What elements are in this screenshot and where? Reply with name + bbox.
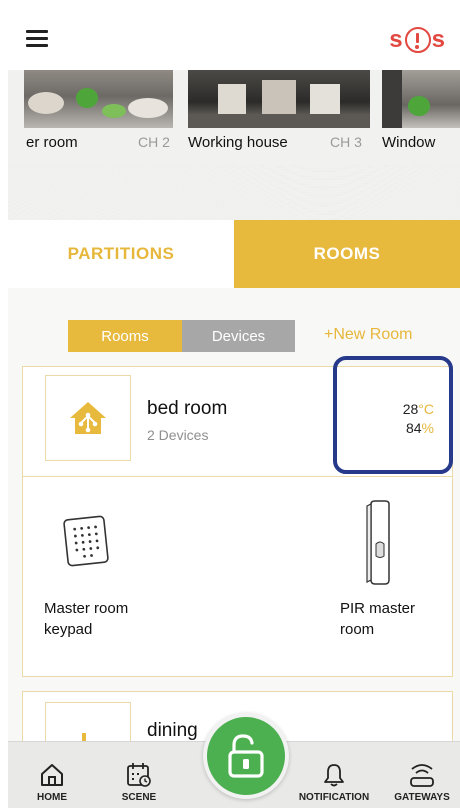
sos-s-letter: s (389, 26, 404, 53)
nav-scene-label: SCENE (121, 792, 157, 803)
unlock-icon (228, 734, 264, 778)
nav-home[interactable]: HOME (28, 742, 76, 808)
device-item[interactable]: PIR master room (238, 477, 453, 677)
camera-name: er room (26, 134, 78, 151)
pir-sensor-icon (366, 500, 390, 585)
nav-notification-label: NOTIFICATION (298, 792, 370, 803)
bell-icon (324, 764, 344, 787)
rooms-devices-toggle: Rooms Devices (68, 320, 295, 352)
tab-rooms[interactable]: ROOMS (234, 220, 460, 288)
highlight-box (333, 356, 453, 474)
room-device-count: 2 Devices (147, 427, 209, 443)
app-header: s s (8, 8, 460, 70)
nav-home-label: HOME (37, 792, 67, 803)
camera-channel: CH 2 (138, 134, 170, 150)
hamburger-menu-icon[interactable] (26, 30, 48, 48)
nav-notification[interactable]: NOTIFICATION (292, 742, 376, 808)
smart-home-icon (70, 402, 106, 434)
nav-gateways[interactable]: GATEWAYS (388, 742, 456, 808)
sos-s-letter: s (431, 26, 446, 53)
nav-gateways-label: GATEWAYS (394, 792, 450, 803)
camera-thumbnail[interactable] (24, 70, 173, 128)
segment-devices[interactable]: Devices (182, 320, 295, 352)
alert-icon (404, 27, 431, 53)
room-name: dining (147, 720, 198, 741)
calendar-icon (127, 763, 151, 787)
new-room-button[interactable]: +New Room (324, 326, 412, 344)
sos-button[interactable]: s s (389, 22, 446, 58)
camera-strip[interactable]: er room CH 2 Working house CH 3 Window (8, 70, 460, 225)
tab-partitions[interactable]: PARTITIONS (8, 220, 234, 288)
segment-rooms[interactable]: Rooms (68, 320, 182, 352)
camera-thumbnail[interactable] (188, 70, 370, 128)
device-name: Master room keypad (44, 600, 129, 638)
camera-thumbnail[interactable] (382, 70, 460, 128)
unlock-button[interactable] (203, 713, 289, 799)
room-icon-box (45, 375, 131, 461)
keypad-icon (63, 515, 109, 567)
home-icon (41, 764, 63, 786)
device-name: PIR master room (340, 600, 416, 638)
camera-name: Window (382, 134, 436, 151)
view-tabs: PARTITIONS ROOMS (8, 220, 460, 288)
room-name: bed room (147, 398, 228, 419)
decorative-background (8, 165, 460, 225)
camera-name: Working house (188, 134, 288, 151)
router-icon (410, 764, 434, 787)
nav-scene[interactable]: SCENE (112, 742, 166, 808)
device-item[interactable]: Master room keypad (23, 477, 238, 677)
camera-channel: CH 3 (330, 134, 362, 150)
